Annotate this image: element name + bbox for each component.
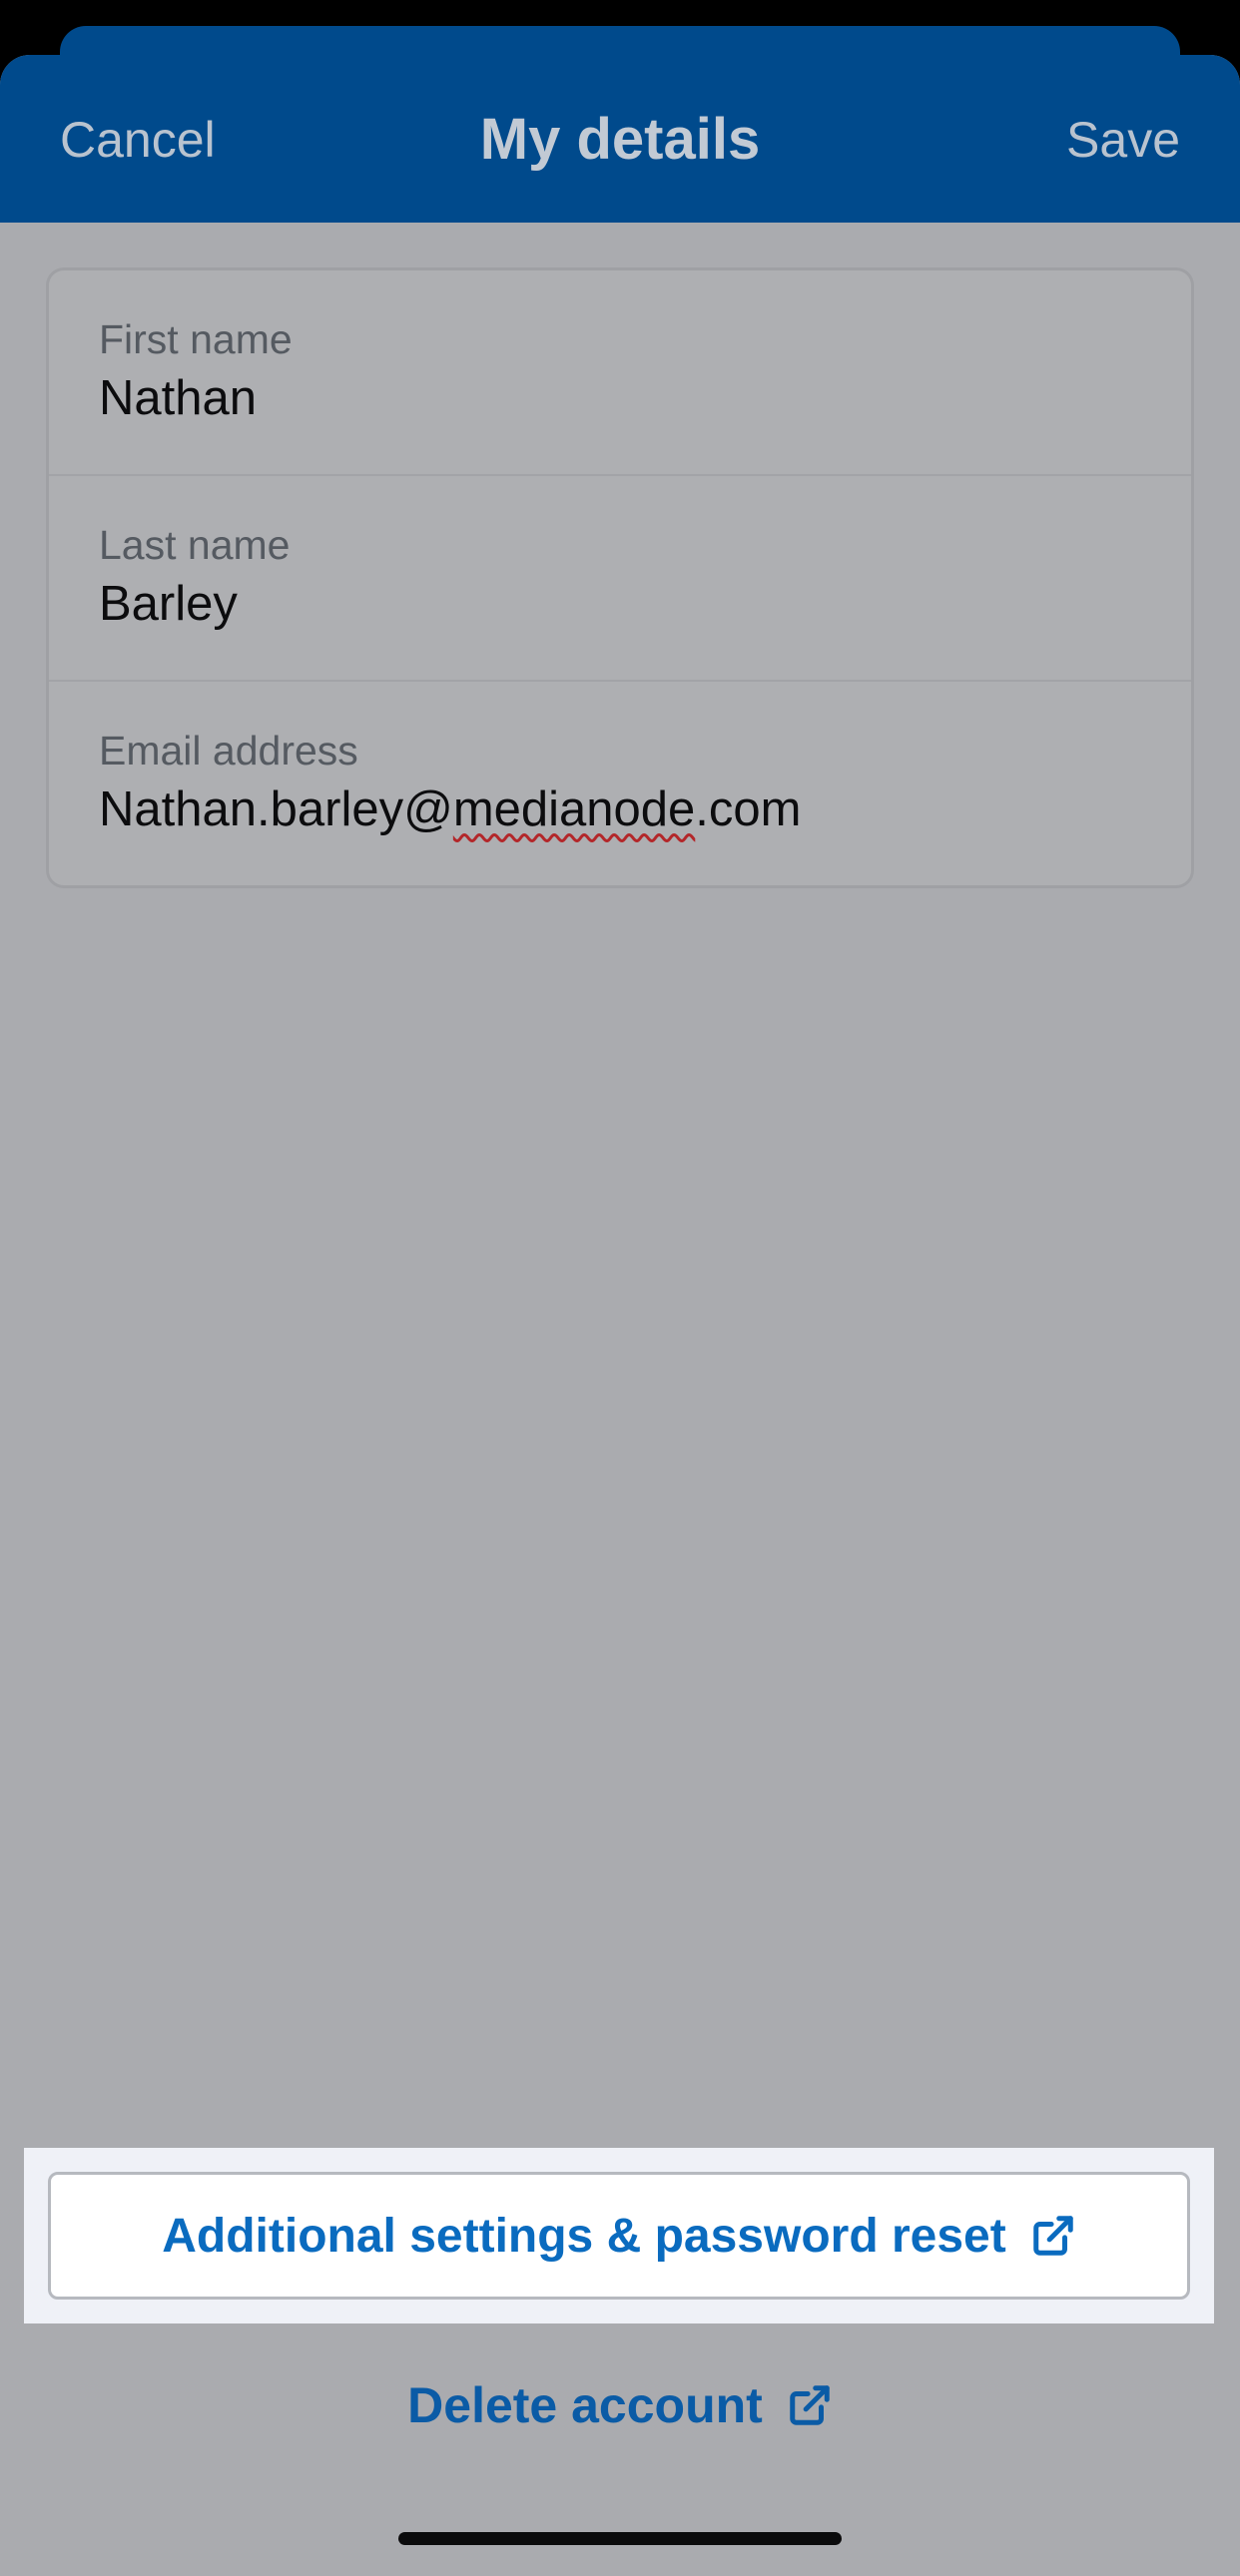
additional-settings-label: Additional settings & password reset — [162, 2209, 1006, 2263]
first-name-field[interactable]: First name Nathan — [49, 270, 1191, 476]
email-prefix: Nathan.barley@ — [99, 782, 453, 836]
screen: Cancel My details Save First name Nathan… — [0, 0, 1240, 2576]
email-suffix: .com — [695, 782, 802, 836]
navbar: Cancel My details Save — [0, 55, 1240, 223]
settings-button-highlight: Additional settings & password reset — [24, 2148, 1214, 2323]
home-indicator — [398, 2532, 842, 2545]
email-misspelled-segment: medianode — [452, 782, 696, 836]
last-name-input[interactable]: Barley — [99, 576, 238, 632]
email-label: Email address — [99, 728, 358, 773]
save-button[interactable]: Save — [1066, 110, 1180, 170]
my-details-modal: Cancel My details Save First name Nathan… — [0, 55, 1240, 2576]
email-input[interactable]: Nathan.barley@medianode.com — [99, 781, 801, 837]
delete-account-link[interactable]: Delete account — [0, 2365, 1240, 2445]
delete-account-label: Delete account — [407, 2377, 763, 2433]
external-link-icon — [787, 2382, 833, 2428]
additional-settings-button[interactable]: Additional settings & password reset — [48, 2172, 1190, 2300]
last-name-field[interactable]: Last name Barley — [49, 476, 1191, 682]
external-link-icon — [1030, 2213, 1076, 2259]
email-field[interactable]: Email address Nathan.barley@medianode.co… — [49, 682, 1191, 885]
first-name-input[interactable]: Nathan — [99, 370, 257, 426]
last-name-label: Last name — [99, 522, 291, 568]
details-form: First name Nathan Last name Barley Email… — [46, 267, 1194, 888]
page-title: My details — [479, 107, 761, 172]
first-name-label: First name — [99, 316, 293, 362]
